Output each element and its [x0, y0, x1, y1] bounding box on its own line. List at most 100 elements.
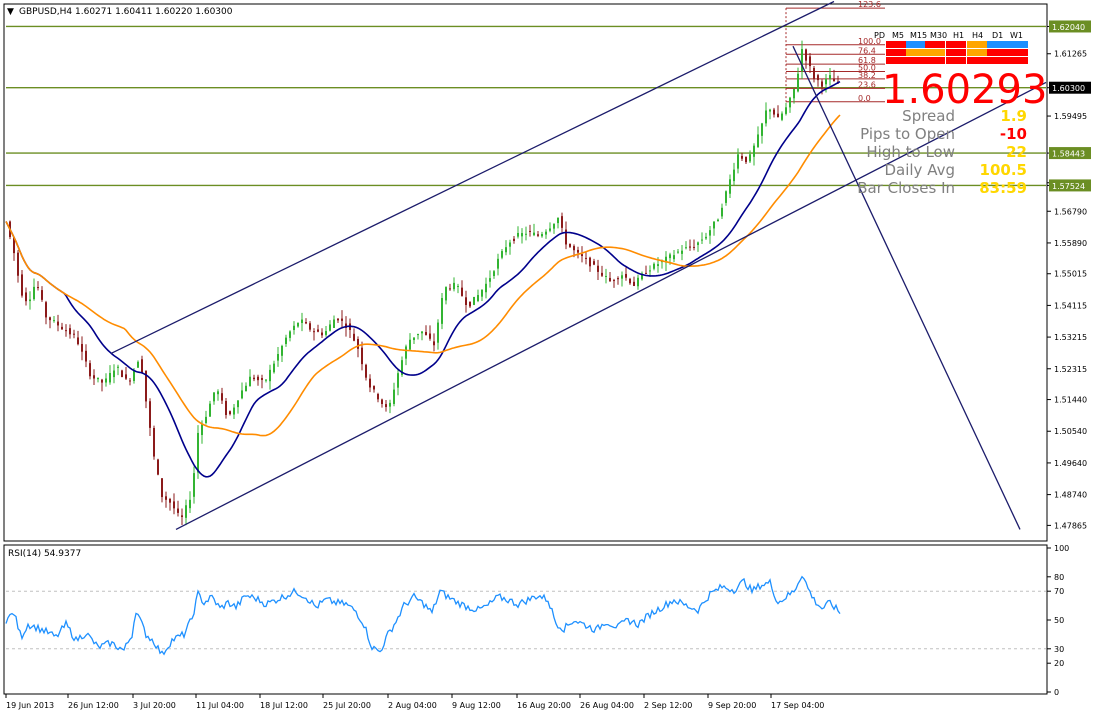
- price-axis-label: 1.49640: [1054, 459, 1087, 468]
- candle-body: [721, 207, 723, 217]
- candle-body: [589, 257, 591, 267]
- candle-body: [677, 251, 679, 253]
- candle-body: [681, 250, 683, 254]
- candle-body: [593, 261, 595, 265]
- rsi-axis-label: 30: [1054, 645, 1064, 654]
- candle-body: [257, 376, 259, 381]
- signal-cell: [906, 57, 926, 64]
- candle-body: [517, 232, 519, 237]
- candle-body: [469, 301, 471, 307]
- candle-body: [269, 369, 271, 382]
- signal-cell: [886, 57, 906, 64]
- candle-body: [717, 219, 719, 222]
- candle-body: [553, 223, 555, 229]
- candle-body: [321, 332, 323, 336]
- candle-body: [569, 243, 571, 247]
- candle-body: [21, 274, 23, 296]
- candle-body: [825, 78, 827, 85]
- candle-body: [733, 169, 735, 182]
- candle-body: [761, 123, 763, 136]
- candle-body: [229, 411, 231, 415]
- signal-cell: [1006, 57, 1028, 64]
- time-axis-label: 9 Aug 12:00: [452, 701, 501, 710]
- fib-level-label: 23.6: [858, 80, 876, 89]
- info-value: 100.5: [980, 161, 1027, 179]
- candle-body: [625, 273, 627, 278]
- candle-body: [433, 341, 435, 346]
- info-label: Spread: [902, 107, 955, 125]
- candle-body: [385, 404, 387, 408]
- candle-body: [729, 179, 731, 194]
- candle-body: [477, 295, 479, 302]
- candle-body: [637, 277, 639, 287]
- fib-level-label: 76.4: [858, 46, 876, 55]
- candle-body: [449, 288, 451, 290]
- candle-body: [113, 370, 115, 378]
- candle-body: [49, 317, 51, 321]
- candle-body: [325, 331, 327, 335]
- candle-body: [293, 325, 295, 331]
- signal-cell: [925, 49, 945, 56]
- candle-body: [169, 498, 171, 503]
- signal-cell: [906, 41, 926, 48]
- candle-body: [765, 110, 767, 124]
- candle-body: [397, 373, 399, 388]
- candle-body: [737, 154, 739, 169]
- candle-body: [225, 400, 227, 415]
- candle-body: [173, 501, 175, 509]
- signal-cell: [987, 57, 1007, 64]
- candle-body: [425, 332, 427, 335]
- candle-body: [149, 401, 151, 428]
- candle-body: [613, 280, 615, 282]
- candle-body: [277, 353, 279, 361]
- candle-body: [117, 366, 119, 368]
- candle-body: [61, 326, 63, 330]
- candle-body: [829, 75, 831, 79]
- time-axis-label: 2 Sep 12:00: [644, 701, 692, 710]
- symbol-header: GBPUSD,H4 1.60271 1.60411 1.60220 1.6030…: [19, 7, 233, 17]
- candle-body: [701, 239, 703, 241]
- candle-body: [129, 380, 131, 382]
- price-axis-label: 1.51440: [1054, 396, 1087, 405]
- candle-body: [509, 242, 511, 247]
- candle-body: [525, 233, 527, 235]
- candle-body: [177, 508, 179, 513]
- info-label: High to Low: [866, 143, 955, 161]
- candle-body: [121, 370, 123, 378]
- candle-body: [33, 286, 35, 300]
- time-axis-label: 3 Jul 20:00: [133, 701, 176, 710]
- candle-body: [261, 378, 263, 380]
- timeframe-label-d1: D1: [992, 31, 1003, 40]
- candle-body: [105, 378, 107, 383]
- info-label: Daily Avg: [884, 161, 955, 179]
- candle-body: [333, 319, 335, 328]
- time-axis-label: 17 Sep 04:00: [771, 701, 824, 710]
- info-value: 1.9: [1000, 107, 1027, 125]
- info-label: Pips to Open: [860, 125, 955, 143]
- time-axis-label: 9 Sep 20:00: [708, 701, 756, 710]
- candle-body: [213, 392, 215, 402]
- candle-body: [57, 321, 59, 326]
- rsi-axis-label: 0: [1054, 688, 1059, 697]
- candle-body: [809, 56, 811, 67]
- signal-cell: [886, 49, 906, 56]
- candle-body: [689, 246, 691, 248]
- candle-body: [253, 377, 255, 380]
- chart-menu-arrow[interactable]: ▼: [7, 7, 14, 17]
- rsi-axis-label: 100: [1054, 544, 1069, 553]
- fib-level-label: 123.6: [858, 0, 881, 9]
- candle-body: [365, 364, 367, 378]
- candle-body: [481, 289, 483, 297]
- rsi-axis-label: 80: [1054, 573, 1064, 582]
- candle-body: [73, 333, 75, 335]
- candle-body: [69, 328, 71, 335]
- fib-level-label: 38.2: [858, 71, 876, 80]
- candle-body: [281, 345, 283, 356]
- info-value: -10: [1000, 125, 1027, 143]
- candle-body: [745, 156, 747, 163]
- candle-body: [153, 427, 155, 457]
- candle-body: [53, 320, 55, 322]
- rsi-axis-label: 20: [1054, 659, 1064, 668]
- candle-body: [393, 389, 395, 404]
- candle-body: [161, 478, 163, 498]
